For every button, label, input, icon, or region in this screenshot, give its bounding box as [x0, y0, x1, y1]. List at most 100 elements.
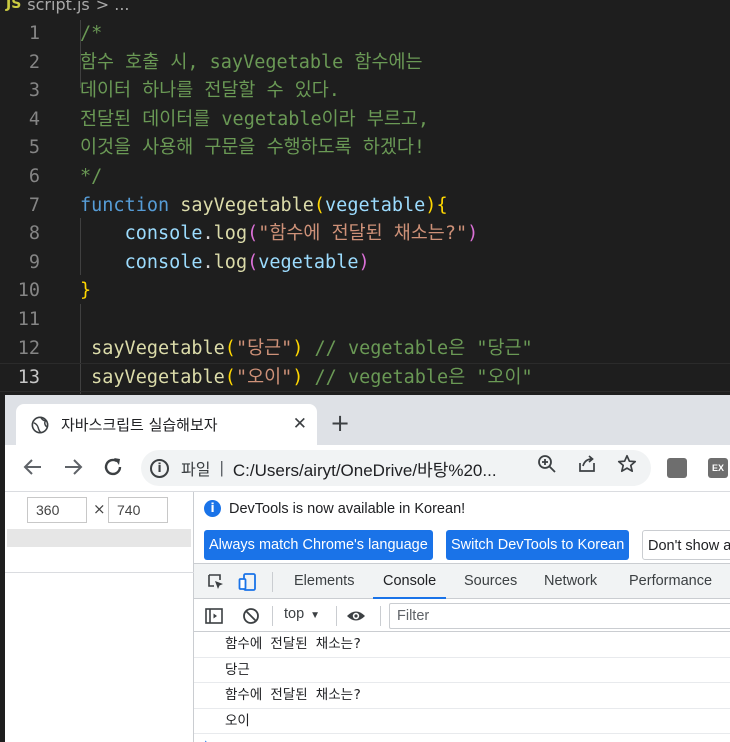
device-toolbar: 360 × 740 — [5, 492, 194, 742]
switch-to-korean-button[interactable]: Switch DevTools to Korean — [446, 530, 630, 560]
code-token: ( — [224, 367, 236, 389]
tab-network[interactable]: Network — [544, 564, 597, 599]
context-select[interactable]: top ▼ — [284, 606, 320, 622]
line-number: 3 — [28, 80, 40, 102]
back-arrow-icon[interactable] — [21, 455, 45, 479]
console-prompt-icon[interactable]: › — [204, 736, 208, 742]
code-text[interactable]: function sayVegetable(vegetable){ — [80, 192, 448, 221]
code-line[interactable]: 8 console.log("함수에 전달된 채소는?") — [0, 220, 730, 249]
code-text[interactable]: /* — [80, 20, 102, 49]
browser-toolbar: i 파일 | C:/Users/airyt/OneDrive/바탕%20... … — [5, 445, 730, 491]
breadcrumb-file[interactable]: script.js — [27, 0, 89, 14]
console-filter-input[interactable]: Filter — [389, 603, 730, 629]
code-token: sayVegetable — [180, 194, 314, 216]
code-token: ( — [247, 251, 259, 273]
code-token: // vegetable은 "오이" — [303, 367, 533, 389]
code-token: function — [80, 194, 170, 216]
code-line[interactable]: 13 sayVegetable("오이") // vegetable은 "오이" — [0, 363, 730, 392]
url-text[interactable]: C:/Users/airyt/OneDrive/바탕%20... — [233, 456, 497, 481]
code-text[interactable]: sayVegetable("오이") // vegetable은 "오이" — [80, 364, 533, 393]
tab-strip: 자바스크립트 실습해보자 ✕ + — [5, 395, 730, 445]
new-tab-button[interactable]: + — [330, 409, 350, 437]
code-text[interactable]: 데이터 하나를 전달할 수 있다. — [80, 77, 340, 106]
code-line[interactable]: 5 이것을 사용해 구문을 수행하도록 하겠다! — [0, 134, 730, 163]
line-number: 7 — [28, 194, 40, 216]
code-token: sayVegetable — [80, 367, 225, 389]
tab-sources[interactable]: Sources — [464, 564, 517, 599]
console-output[interactable]: 함수에 전달된 채소는?당근함수에 전달된 채소는?오이 › — [194, 632, 730, 742]
code-line[interactable]: 7 function sayVegetable(vegetable){ — [0, 192, 730, 221]
inspect-element-icon[interactable] — [206, 572, 226, 592]
code-token: "오이" — [235, 367, 293, 389]
tab-elements[interactable]: Elements — [294, 564, 354, 599]
sidebar-toggle-icon[interactable] — [204, 606, 224, 626]
code-token: . — [202, 251, 214, 273]
code-line[interactable]: 6 */ — [0, 163, 730, 192]
line-number: 5 — [28, 137, 40, 159]
info-icon: i — [204, 500, 221, 517]
zoom-icon[interactable] — [537, 454, 557, 474]
info-icon[interactable]: i — [150, 458, 169, 478]
console-log-row: 함수에 전달된 채소는? — [194, 683, 730, 709]
code-line[interactable]: 1 /* — [0, 20, 730, 49]
dont-show-again-button[interactable]: Don't show a — [642, 530, 730, 560]
share-icon[interactable] — [577, 454, 597, 474]
viewport-width-input[interactable]: 360 — [27, 497, 87, 523]
code-text[interactable]: } — [80, 277, 91, 306]
code-line[interactable]: 12 sayVegetable("당근") // vegetable은 "당근" — [0, 335, 730, 364]
code-token: vegetable — [258, 251, 359, 273]
code-line[interactable]: 11 — [0, 306, 730, 335]
omnibox-separator: | — [219, 458, 224, 477]
code-editor[interactable]: JS script.js > ... 1 /* 2 함수 호출 시, sayVeget… — [0, 0, 730, 395]
extension-icon[interactable] — [667, 458, 687, 478]
code-text[interactable]: sayVegetable("당근") // vegetable은 "당근" — [80, 335, 533, 364]
divider — [5, 572, 194, 573]
forward-arrow-icon[interactable] — [61, 455, 85, 479]
code-text[interactable]: 함수 호출 시, sayVegetable 함수에는 — [80, 49, 423, 78]
code-token: 함수 호출 시, sayVegetable 함수에는 — [80, 51, 423, 73]
code-line[interactable]: 4 전달된 데이터를 vegetable이라 부르고, — [0, 106, 730, 135]
tab-console[interactable]: Console — [372, 564, 447, 599]
code-token: ( — [224, 337, 236, 359]
browser-tab[interactable]: 자바스크립트 실습해보자 ✕ — [16, 404, 317, 445]
code-line[interactable]: 10} — [0, 277, 730, 306]
eye-icon[interactable] — [346, 606, 366, 626]
device-toggle-icon[interactable] — [238, 572, 258, 592]
code-line[interactable]: 2 함수 호출 시, sayVegetable 함수에는 — [0, 49, 730, 78]
code-token: . — [202, 223, 214, 245]
log-list: 함수에 전달된 채소는? 당근 함수에 전달된 채소는? 오이 — [194, 632, 730, 734]
code-text[interactable]: console.log(vegetable) — [80, 249, 370, 278]
code-token: // vegetable은 "당근" — [303, 337, 533, 359]
devtools-panel: i DevTools is now available in Korean! A… — [194, 492, 730, 742]
toolbar-divider — [336, 606, 337, 626]
code-token: ( — [247, 223, 259, 245]
code-text[interactable]: 전달된 데이터를 vegetable이라 부르고, — [80, 106, 429, 135]
infobar-message: i DevTools is now available in Korean! — [204, 500, 465, 517]
code-token: ) — [467, 223, 479, 245]
code-line[interactable]: 3 데이터 하나를 전달할 수 있다. — [0, 77, 730, 106]
page-content: 360 × 740 i DevTools is now available in… — [5, 491, 730, 742]
code-text[interactable]: 이것을 사용해 구문을 수행하도록 하겠다! — [80, 134, 425, 163]
tab-close-icon[interactable]: ✕ — [293, 415, 307, 433]
line-number: 10 — [17, 280, 40, 302]
line-number: 6 — [28, 166, 40, 187]
clear-console-icon[interactable] — [241, 606, 261, 626]
context-value: top — [284, 606, 305, 622]
infobar-text: DevTools is now available in Korean! — [229, 500, 466, 517]
always-match-language-button[interactable]: Always match Chrome's language — [204, 530, 433, 560]
tab-performance[interactable]: Performance — [629, 564, 712, 599]
reload-icon[interactable] — [101, 455, 125, 479]
extension-ex-icon[interactable]: EX — [708, 458, 728, 478]
code-token: vegetable — [325, 194, 426, 216]
console-toolbar: top ▼ Filter — [194, 599, 730, 632]
line-number: 9 — [28, 251, 40, 273]
toolbar-divider — [380, 606, 381, 626]
code-text[interactable]: console.log("함수에 전달된 채소는?") — [80, 220, 479, 249]
code-text[interactable]: */ — [80, 163, 102, 192]
code-line[interactable]: 9 console.log(vegetable) — [0, 249, 730, 278]
address-bar[interactable]: i 파일 | C:/Users/airyt/OneDrive/바탕%20... — [141, 450, 651, 486]
viewport-height-input[interactable]: 740 — [108, 497, 168, 523]
breadcrumb-rest[interactable]: > ... — [96, 0, 130, 14]
bookmark-star-icon[interactable] — [617, 454, 637, 474]
